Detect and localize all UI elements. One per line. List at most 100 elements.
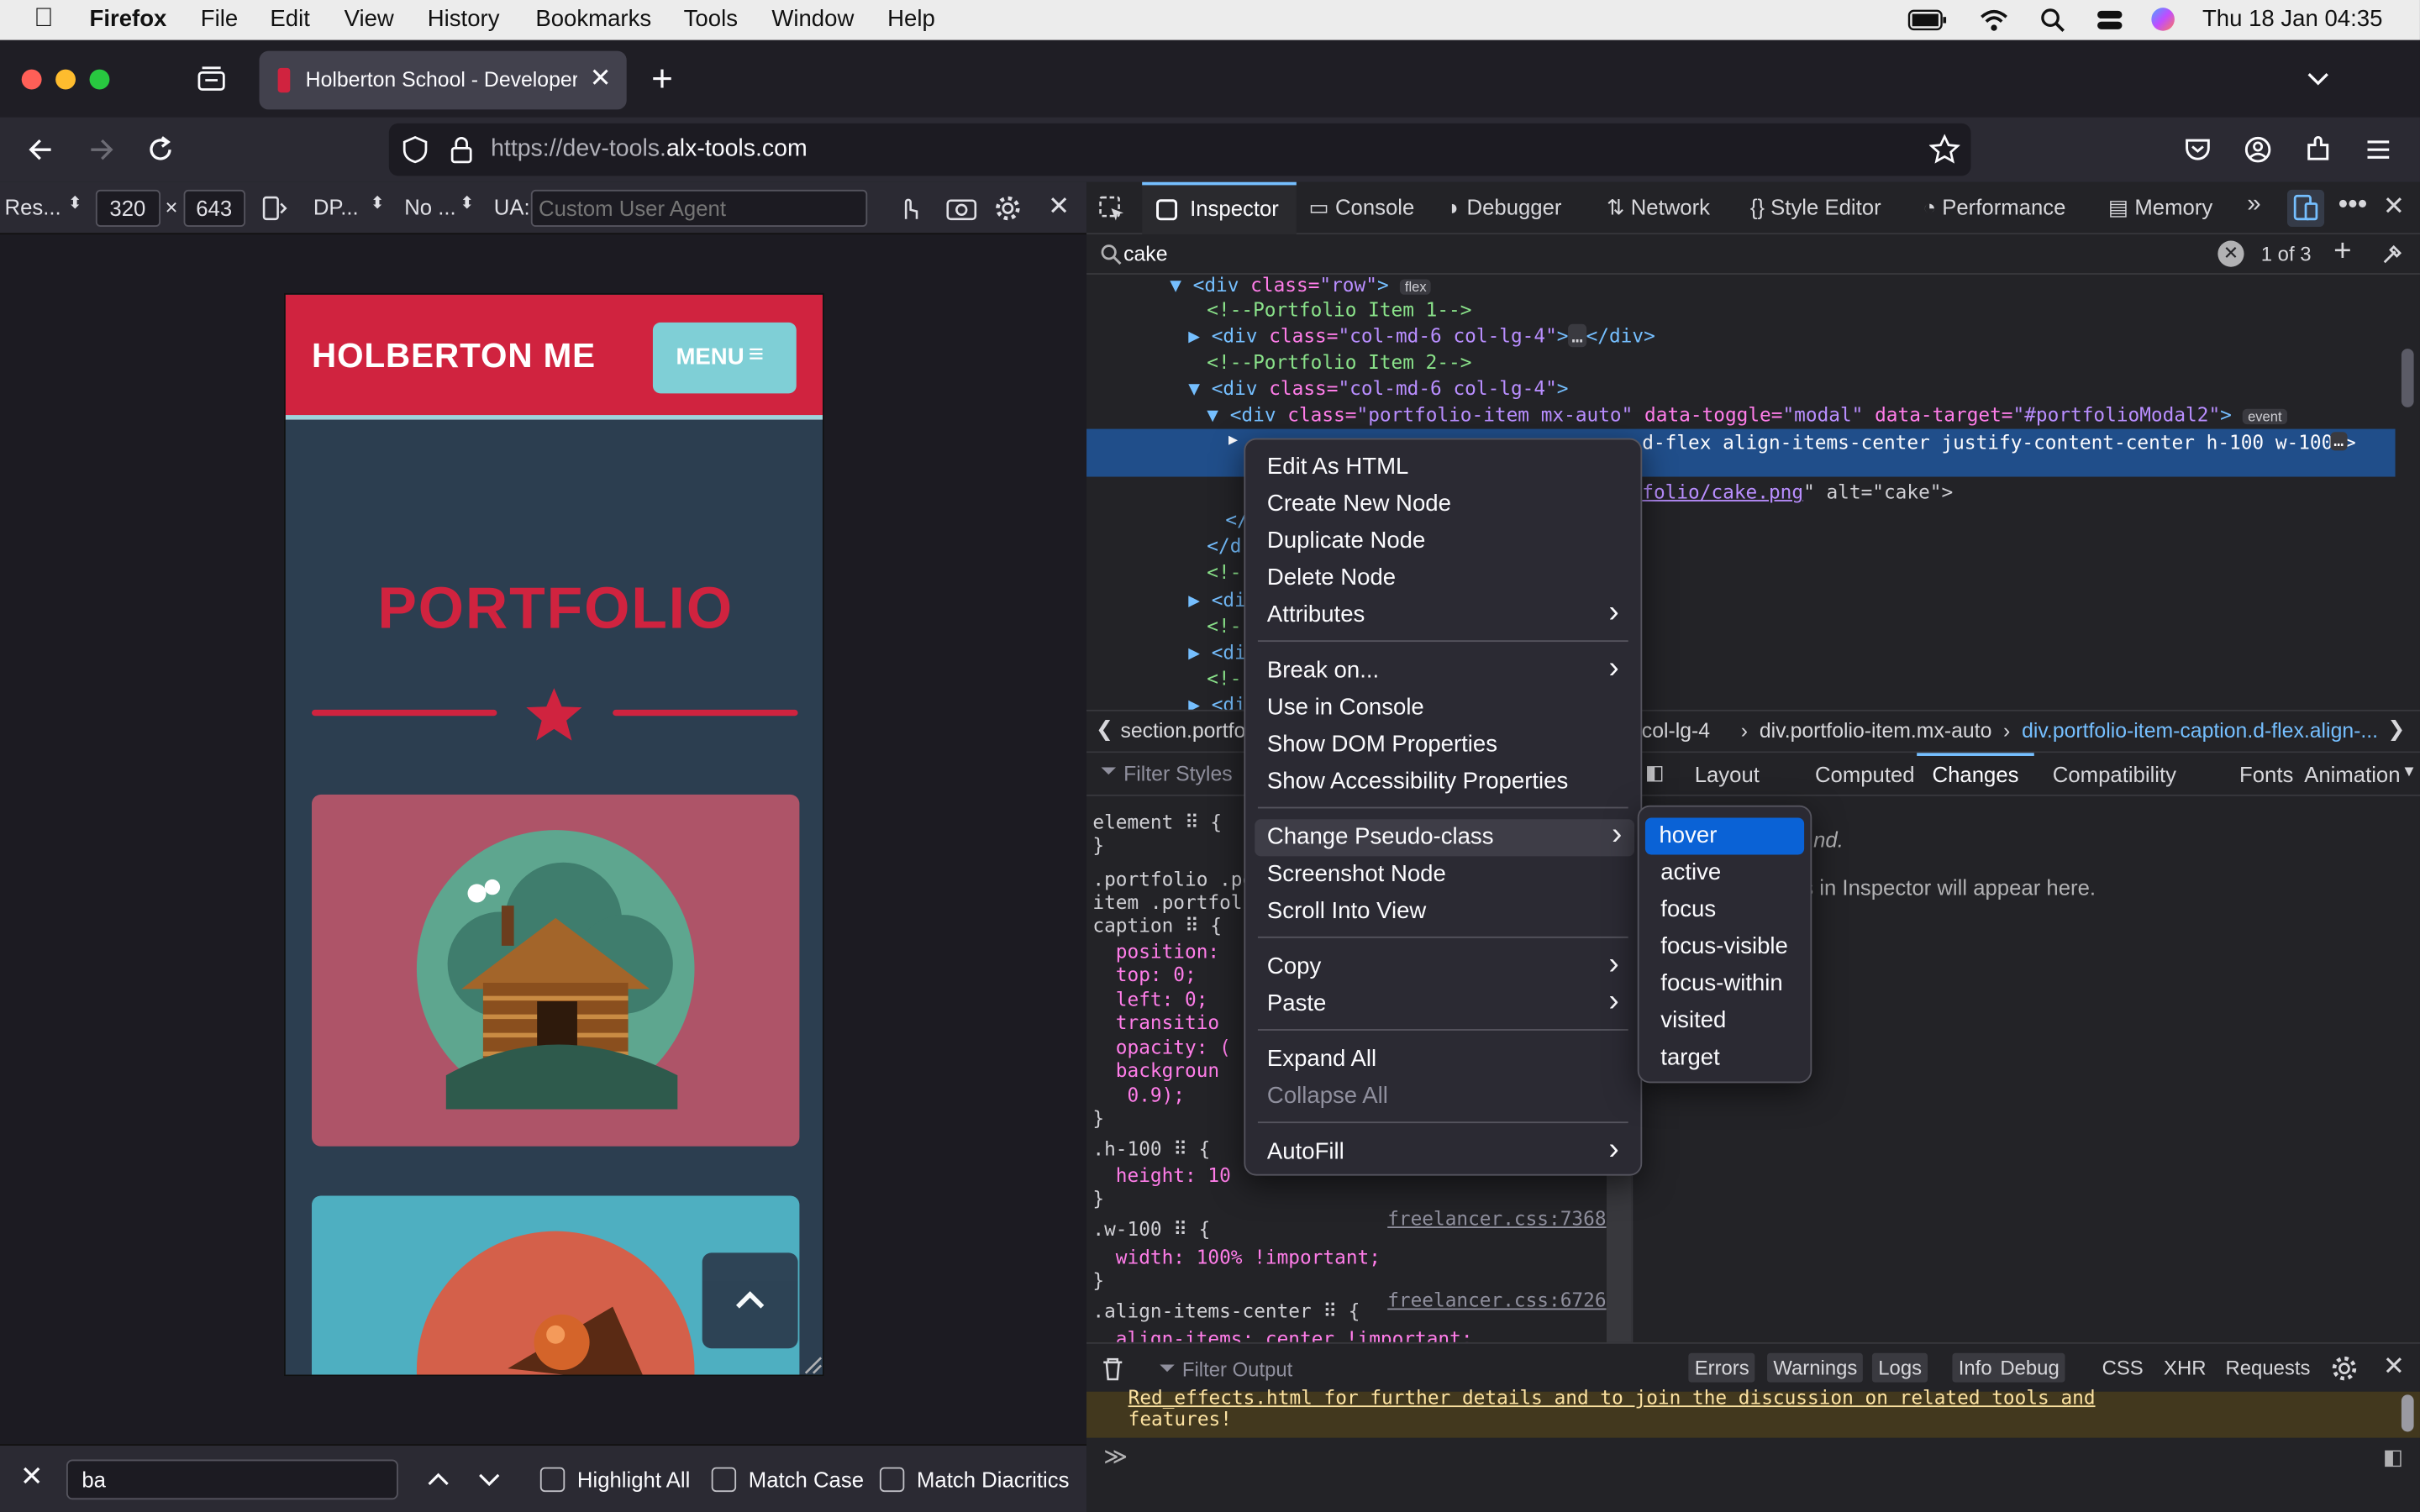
- menubar-view[interactable]: View: [345, 6, 394, 32]
- menubar-history[interactable]: History: [428, 6, 500, 32]
- markup-scrollbar[interactable]: [2401, 349, 2414, 407]
- menu-item-duplicate-node[interactable]: Duplicate Node: [1245, 523, 1640, 560]
- css-rule-line[interactable]: align-items: center !important;: [1092, 1327, 1473, 1342]
- clear-search-icon[interactable]: ✕: [2217, 240, 2244, 267]
- tab-animation[interactable]: Animation: [2304, 762, 2400, 786]
- menu-item-attributes[interactable]: Attributes ›: [1245, 596, 1640, 634]
- console-input[interactable]: ≫ ◧: [1086, 1437, 2420, 1512]
- console-scrollbar[interactable]: [2401, 1394, 2414, 1432]
- css-rule-line[interactable]: element ⠿ {: [1092, 810, 1222, 833]
- viewport-height-input[interactable]: 643: [183, 189, 246, 227]
- stylesheet-link[interactable]: freelancer.css:7368: [1387, 1206, 1606, 1230]
- filter-styles-input[interactable]: Filter Styles: [1123, 762, 1233, 785]
- back-icon[interactable]: [26, 136, 54, 164]
- control-center-icon[interactable]: [2096, 8, 2123, 32]
- css-rule-line[interactable]: height: 10: [1092, 1163, 1231, 1187]
- css-rule-line[interactable]: item .portfoli: [1092, 890, 1254, 914]
- pseudo-class-focus-visible[interactable]: focus-visible: [1639, 929, 1811, 966]
- siri-icon[interactable]: [2151, 8, 2175, 31]
- menubar-help[interactable]: Help: [887, 6, 935, 32]
- new-tab-icon[interactable]: +: [651, 59, 673, 102]
- css-rule-line[interactable]: position:: [1092, 940, 1219, 963]
- breadcrumb-item[interactable]: div.portfolio-item.mx-auto: [1760, 719, 1992, 743]
- twisty-icon[interactable]: ▶: [1188, 693, 1200, 710]
- pseudo-class-active[interactable]: active: [1639, 855, 1811, 892]
- devtools-options-icon[interactable]: •••: [2338, 188, 2368, 221]
- css-rule-line[interactable]: top: 0;: [1092, 963, 1197, 986]
- tab-computed[interactable]: Computed: [1815, 762, 1915, 786]
- stylesheet-link[interactable]: freelancer.css:6726: [1387, 1289, 1606, 1312]
- element-picker-icon[interactable]: [1099, 196, 1127, 223]
- twisty-icon[interactable]: ▼: [1188, 376, 1200, 400]
- highlight-all-checkbox[interactable]: [539, 1467, 566, 1493]
- menu-item-use-in-console[interactable]: Use in Console: [1245, 690, 1640, 727]
- rotate-viewport-icon[interactable]: [260, 194, 288, 222]
- css-rule-line[interactable]: 0.9);: [1092, 1083, 1185, 1106]
- menu-item-change-pseudo-class[interactable]: Change Pseudo-class ›: [1255, 817, 1635, 857]
- menubar-bookmarks[interactable]: Bookmarks: [535, 6, 651, 32]
- portfolio-item-cabin[interactable]: [312, 794, 800, 1147]
- menu-item-show-accessibility-properties[interactable]: Show Accessibility Properties: [1245, 764, 1640, 801]
- tab-close-icon[interactable]: ✕: [590, 63, 612, 94]
- flex-badge[interactable]: flex: [1400, 279, 1432, 295]
- close-rdm-icon[interactable]: ✕: [1048, 192, 1070, 223]
- browser-tab-active[interactable]: Holberton School - Developer to ✕: [259, 50, 627, 110]
- dpr-select[interactable]: DP...: [313, 194, 359, 218]
- tab-inspector[interactable]: Inspector: [1142, 181, 1297, 235]
- breadcrumb-item[interactable]: .col-lg-4: [1636, 719, 1710, 743]
- firefox-view-icon[interactable]: [197, 66, 225, 91]
- css-rule-line[interactable]: .portfolio .po: [1092, 867, 1254, 890]
- menu-item-autofill[interactable]: AutoFill ›: [1245, 1132, 1640, 1171]
- filter-requests-button[interactable]: Requests: [2226, 1356, 2311, 1379]
- forward-icon[interactable]: [88, 136, 116, 164]
- viewport-resize-handle-icon[interactable]: [801, 1353, 823, 1375]
- match-case-checkbox[interactable]: [711, 1467, 737, 1493]
- network-throttle-select[interactable]: No ...: [404, 194, 455, 218]
- img-src-link[interactable]: folio/cake.png: [1642, 480, 1803, 503]
- filter-info-button[interactable]: Info: [1952, 1352, 1998, 1383]
- menu-item-expand-all[interactable]: Expand All: [1245, 1042, 1640, 1079]
- tab-changes[interactable]: Changes: [1933, 762, 2019, 786]
- list-all-tabs-icon[interactable]: [2306, 70, 2330, 88]
- menubar-file[interactable]: File: [201, 6, 238, 32]
- markup-line[interactable]: ▼ <div class="portfolio-item mx-auto" da…: [1207, 402, 2287, 428]
- css-rule-line[interactable]: .align-items-center ⠿ {: [1092, 1299, 1360, 1323]
- wifi-icon[interactable]: [1979, 8, 2010, 32]
- css-rule-line[interactable]: }: [1092, 1268, 1104, 1292]
- eyedropper-icon[interactable]: [2380, 242, 2404, 266]
- device-select[interactable]: Res...: [5, 194, 61, 218]
- add-node-icon[interactable]: +: [2333, 234, 2351, 270]
- hamburger-menu-icon[interactable]: [2365, 137, 2392, 161]
- menubar-clock[interactable]: Thu 18 Jan 04:35: [2202, 6, 2382, 32]
- site-brand[interactable]: HOLBERTON ME: [312, 336, 596, 376]
- extensions-icon[interactable]: [2304, 136, 2332, 164]
- pseudo-class-focus-within[interactable]: focus-within: [1639, 966, 1811, 1003]
- menu-item-show-dom-properties[interactable]: Show DOM Properties: [1245, 727, 1640, 764]
- device-select-arrows-icon[interactable]: ⬍: [68, 193, 82, 213]
- menu-item-paste[interactable]: Paste ›: [1245, 984, 1640, 1023]
- menu-item-create-new-node[interactable]: Create New Node: [1245, 486, 1640, 523]
- filter-logs-button[interactable]: Logs: [1871, 1352, 1928, 1383]
- css-rule-line[interactable]: backgroun: [1092, 1058, 1219, 1082]
- menubar-window[interactable]: Window: [771, 6, 854, 32]
- css-rule-line[interactable]: width: 100% !important;: [1092, 1245, 1381, 1268]
- markup-line[interactable]: ▼ <div class="row"> flex: [1170, 271, 1432, 297]
- window-close-button[interactable]: [21, 69, 42, 90]
- selected-collapsed-dots[interactable]: …: [2330, 431, 2347, 451]
- throttle-select-arrows-icon[interactable]: ⬍: [460, 193, 474, 213]
- twisty-icon[interactable]: ▶: [1188, 324, 1200, 348]
- apple-logo-icon[interactable]: : [34, 3, 53, 34]
- css-rule-line[interactable]: }: [1092, 1106, 1104, 1130]
- tab-debugger[interactable]: ◗ Debugger: [1448, 194, 1562, 218]
- clear-console-trash-icon[interactable]: [1101, 1356, 1125, 1381]
- tracking-protection-shield-icon[interactable]: [402, 135, 428, 164]
- console-settings-gear-icon[interactable]: [2330, 1355, 2358, 1383]
- markup-search-input[interactable]: cake: [1123, 242, 1167, 265]
- bookmark-star-icon[interactable]: [1928, 134, 1960, 165]
- viewport-width-input[interactable]: 320: [95, 189, 161, 227]
- css-rule-line[interactable]: .h-100 ⠿ {: [1092, 1137, 1210, 1161]
- breadcrumb-next-icon[interactable]: ❯: [2387, 717, 2405, 742]
- menu-item-edit-as-html[interactable]: Edit As HTML: [1245, 449, 1640, 486]
- twisty-icon[interactable]: ▶: [1188, 588, 1200, 612]
- close-findbar-icon[interactable]: ✕: [20, 1461, 44, 1494]
